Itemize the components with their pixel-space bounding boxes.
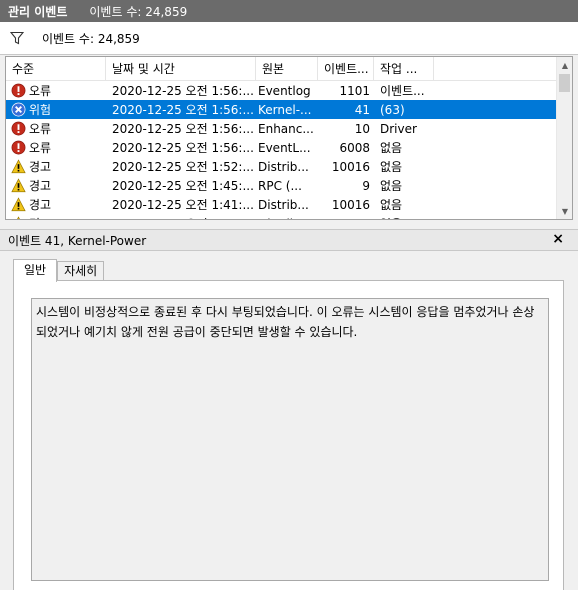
error-icon (11, 83, 29, 98)
event-rows: 오류 2020-12-25 오전 1:56:... Eventlog 1101 이벤트.… (6, 81, 557, 220)
level-label: 오류 (29, 141, 52, 155)
event-id-cell: 9 (362, 178, 370, 193)
task-cell: 없음 (380, 198, 403, 212)
detail-header: 이벤트 41, Kernel-Power × (0, 229, 578, 251)
table-row[interactable]: 오류 2020-12-25 오전 1:56:... Enhanc... 10 Drive… (6, 119, 557, 138)
panel-title: 관리 이벤트 (8, 4, 68, 19)
event-id-cell: 10 (354, 121, 370, 136)
task-cell: Driver (380, 121, 417, 136)
level-label: 경고 (29, 198, 52, 212)
warning-icon (11, 178, 29, 193)
level-label: 경고 (29, 179, 52, 193)
tab-general[interactable]: 일반 (13, 259, 58, 282)
filter-bar: 이벤트 수: 24,859 (0, 22, 578, 55)
task-cell: 없음 (380, 179, 403, 193)
scroll-down-arrow-icon[interactable]: ▼ (557, 203, 572, 219)
level-cell: 경고 (6, 177, 106, 194)
close-icon[interactable]: × (552, 231, 564, 247)
source-cell: RPC (... (258, 178, 302, 193)
level-cell: 오류 (6, 120, 106, 137)
scroll-up-arrow-icon[interactable]: ▲ (557, 57, 572, 73)
source-cell: Distrib... (258, 159, 309, 174)
source-cell: Distrib... (256, 217, 318, 220)
table-row[interactable]: 경고 2020-12-25 오전 1:40:...Distrib...10016없… (6, 214, 557, 220)
task-cell: 없음 (374, 215, 434, 219)
detail-tabs: 일반 자세히 (13, 259, 105, 282)
event-id-cell: 6008 (339, 140, 370, 155)
level-label: 오류 (29, 84, 52, 98)
column-header-source[interactable]: 원본 (256, 57, 318, 81)
date-cell: 2020-12-25 오전 1:45:... (112, 179, 254, 193)
table-row[interactable]: 오류 2020-12-25 오전 1:56:... Eventlog 1101 이벤트.… (6, 81, 557, 100)
table-row[interactable]: 위험 2020-12-25 오전 1:56:... Kernel-... 41 (63) (6, 100, 557, 119)
task-cell: 이벤트... (380, 84, 425, 98)
tab-details[interactable]: 자세히 (57, 261, 105, 281)
table-row[interactable]: 경고 2020-12-25 오전 1:41:... Distrib... 10016 없… (6, 195, 557, 214)
warning-icon (11, 197, 29, 212)
source-cell: Distrib... (258, 197, 309, 212)
date-cell: 2020-12-25 오전 1:56:... (112, 122, 254, 136)
column-header-level[interactable]: 수준 (6, 57, 106, 81)
level-cell: 경고 (6, 158, 106, 175)
error-icon (11, 140, 29, 155)
source-cell: Kernel-... (258, 102, 312, 117)
level-label: 위험 (29, 103, 52, 117)
table-row[interactable]: 경고 2020-12-25 오전 1:52:... Distrib... 10016 없… (6, 157, 557, 176)
event-id-cell: 1101 (339, 83, 370, 98)
date-cell: 2020-12-25 오전 1:41:... (112, 198, 254, 212)
panel-titlebar: 관리 이벤트 이벤트 수: 24,859 (0, 0, 578, 22)
event-id-cell: 10016 (318, 217, 374, 220)
source-cell: Enhanc... (258, 121, 314, 136)
column-header-date[interactable]: 날짜 및 시간 (106, 57, 256, 81)
table-row[interactable]: 오류 2020-12-25 오전 1:56:... EventL... 6008 없음 (6, 138, 557, 157)
event-id-cell: 10016 (331, 159, 370, 174)
date-cell: 2020-12-25 오전 1:52:... (112, 160, 254, 174)
task-cell: 없음 (380, 160, 403, 174)
source-cell: EventL... (258, 140, 311, 155)
task-cell: (63) (380, 102, 405, 117)
critical-icon (11, 102, 29, 117)
level-cell: 위험 (6, 101, 106, 118)
warning-icon (11, 216, 29, 219)
column-header-event-id[interactable]: 이벤트... (318, 57, 374, 81)
date-cell: 2020-12-25 오전 1:56:... (112, 141, 254, 155)
filter-event-count: 이벤트 수: 24,859 (42, 31, 140, 46)
warning-icon (11, 159, 29, 174)
level-cell: 경고 (6, 196, 106, 213)
event-list-header: 수준 날짜 및 시간 원본 이벤트... 작업 ... (6, 57, 557, 81)
date-cell: 2020-12-25 오전 1:40:... (106, 215, 256, 219)
vertical-scrollbar[interactable]: ▲ ▼ (556, 57, 572, 219)
date-cell: 2020-12-25 오전 1:56:... (112, 84, 254, 98)
level-cell: 경고 (6, 215, 106, 219)
date-cell: 2020-12-25 오전 1:56:... (112, 103, 254, 117)
column-header-task[interactable]: 작업 ... (374, 57, 434, 81)
filter-icon[interactable] (9, 31, 25, 45)
level-cell: 오류 (6, 139, 106, 156)
error-icon (11, 121, 29, 136)
event-description[interactable]: 시스템이 비정상적으로 종료된 후 다시 부팅되었습니다. 이 오류는 시스템이… (31, 298, 549, 581)
level-cell: 오류 (6, 82, 106, 99)
scroll-thumb[interactable] (559, 74, 570, 92)
panel-event-count: 이벤트 수: 24,859 (89, 4, 188, 19)
task-cell: 없음 (380, 141, 403, 155)
general-tab-panel: 시스템이 비정상적으로 종료된 후 다시 부팅되었습니다. 이 오류는 시스템이… (13, 280, 564, 590)
event-id-cell: 10016 (331, 197, 370, 212)
level-label: 경고 (29, 215, 51, 219)
event-id-cell: 41 (354, 102, 370, 117)
detail-title: 이벤트 41, Kernel-Power (8, 233, 147, 248)
level-label: 경고 (29, 160, 52, 174)
event-list[interactable]: 수준 날짜 및 시간 원본 이벤트... 작업 ... 오류 2020-12-25… (5, 56, 573, 220)
table-row[interactable]: 경고 2020-12-25 오전 1:45:... RPC (... 9 없음 (6, 176, 557, 195)
source-cell: Eventlog (258, 83, 311, 98)
level-label: 오류 (29, 122, 52, 136)
